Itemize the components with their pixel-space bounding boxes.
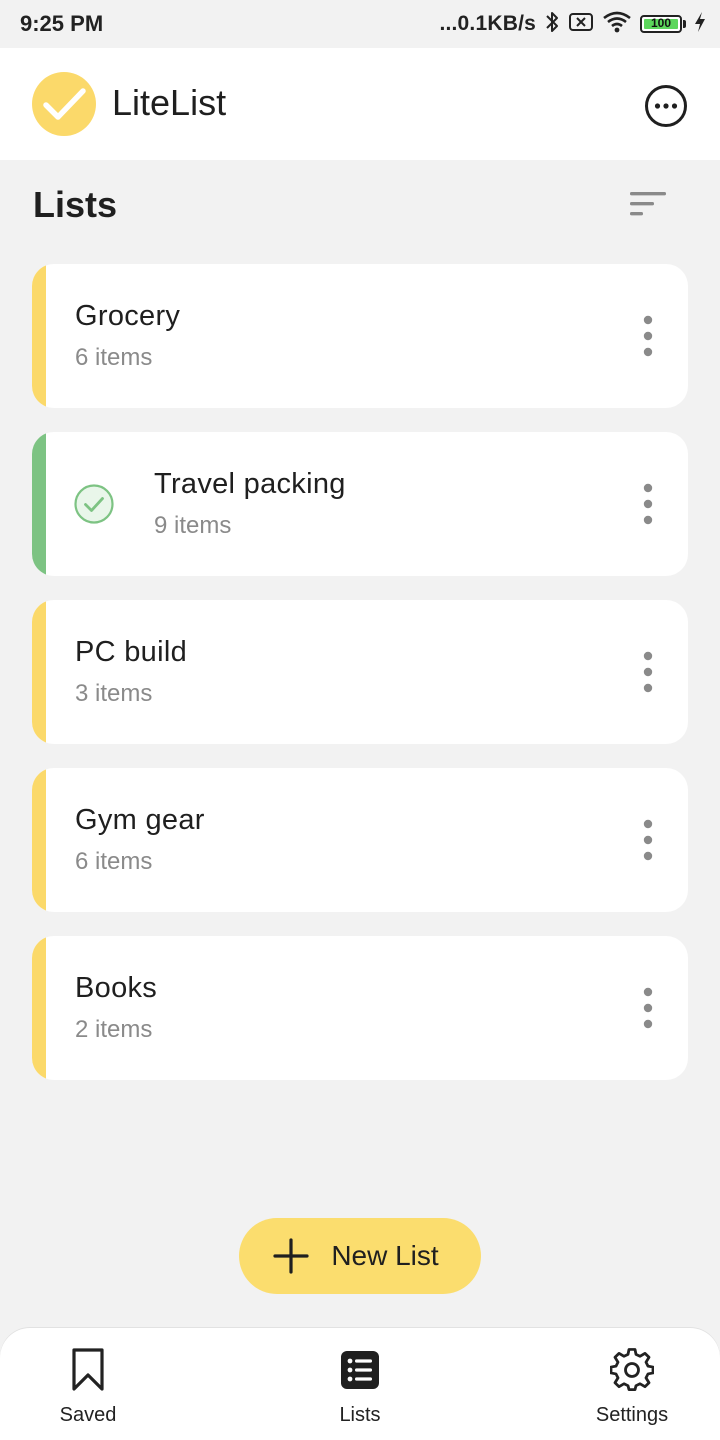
section-title: Lists <box>33 184 118 225</box>
list-item-count: 2 items <box>75 1016 153 1043</box>
plus-icon <box>273 1238 309 1274</box>
app-bar: LiteList <box>0 48 720 160</box>
card-accent <box>32 768 46 912</box>
list-menu-button[interactable] <box>628 644 668 700</box>
list-card-gym-gear[interactable]: Gym gear 6 items <box>32 768 688 912</box>
battery-cap <box>683 20 686 28</box>
battery-icon: 100 <box>640 15 682 33</box>
list-title: Grocery <box>75 300 181 332</box>
sort-icon <box>630 192 666 216</box>
nav-label-lists: Lists <box>339 1404 381 1426</box>
more-options-button[interactable] <box>640 80 692 132</box>
card-accent <box>32 432 46 576</box>
list-title: PC build <box>75 636 188 668</box>
new-list-label: New List <box>331 1240 439 1271</box>
charging-icon <box>694 11 706 37</box>
bookmark-icon <box>8 1346 168 1394</box>
network-speed: ...0.1KB/s <box>439 12 536 35</box>
card-accent <box>32 264 46 408</box>
list-card-grocery[interactable]: Grocery 6 items <box>32 264 688 408</box>
bluetooth-icon <box>544 10 560 38</box>
card-accent <box>32 936 46 1080</box>
more-vertical-icon <box>643 315 653 357</box>
list-menu-button[interactable] <box>628 308 668 364</box>
list-card-books[interactable]: Books 2 items <box>32 936 688 1080</box>
nav-label-saved: Saved <box>59 1404 117 1426</box>
status-bar: 9:25 PM ...0.1KB/s 100 <box>0 0 720 48</box>
nav-item-settings[interactable]: Settings <box>552 1346 712 1432</box>
app-logo <box>32 72 96 136</box>
app-title: LiteList <box>112 82 227 123</box>
list-item-count: 6 items <box>75 848 153 875</box>
sim-off-icon <box>568 11 594 37</box>
new-list-button[interactable]: New List <box>239 1218 481 1294</box>
list-menu-button[interactable] <box>628 476 668 532</box>
list-menu-button[interactable] <box>628 812 668 868</box>
more-horizontal-icon <box>645 85 687 127</box>
status-time: 9:25 PM <box>20 11 104 36</box>
more-vertical-icon <box>643 987 653 1029</box>
completed-check-icon <box>74 484 114 524</box>
bottom-navigation: Saved Lists Settings <box>0 1328 720 1440</box>
card-accent <box>32 600 46 744</box>
list-card-pc-build[interactable]: PC build 3 items <box>32 600 688 744</box>
list-menu-button[interactable] <box>628 980 668 1036</box>
list-item-count: 6 items <box>75 344 153 371</box>
more-vertical-icon <box>643 483 653 525</box>
status-icons: ...0.1KB/s 100 <box>439 10 706 38</box>
battery-level: 100 <box>650 16 672 30</box>
list-card-travel-packing[interactable]: Travel packing 9 items <box>32 432 688 576</box>
nav-item-saved[interactable]: Saved <box>8 1346 168 1432</box>
list-title: Travel packing <box>154 468 346 500</box>
sort-button[interactable] <box>622 182 674 226</box>
list-title: Gym gear <box>75 804 205 836</box>
list-icon <box>280 1346 440 1394</box>
more-vertical-icon <box>643 651 653 693</box>
nav-item-lists[interactable]: Lists <box>280 1346 440 1432</box>
list-item-count: 9 items <box>154 512 232 539</box>
wifi-icon <box>602 10 632 38</box>
list-title: Books <box>75 972 158 1004</box>
gear-icon <box>552 1346 712 1394</box>
nav-label-settings: Settings <box>595 1404 669 1426</box>
more-vertical-icon <box>643 819 653 861</box>
list-item-count: 3 items <box>75 680 153 707</box>
check-icon <box>43 88 86 120</box>
